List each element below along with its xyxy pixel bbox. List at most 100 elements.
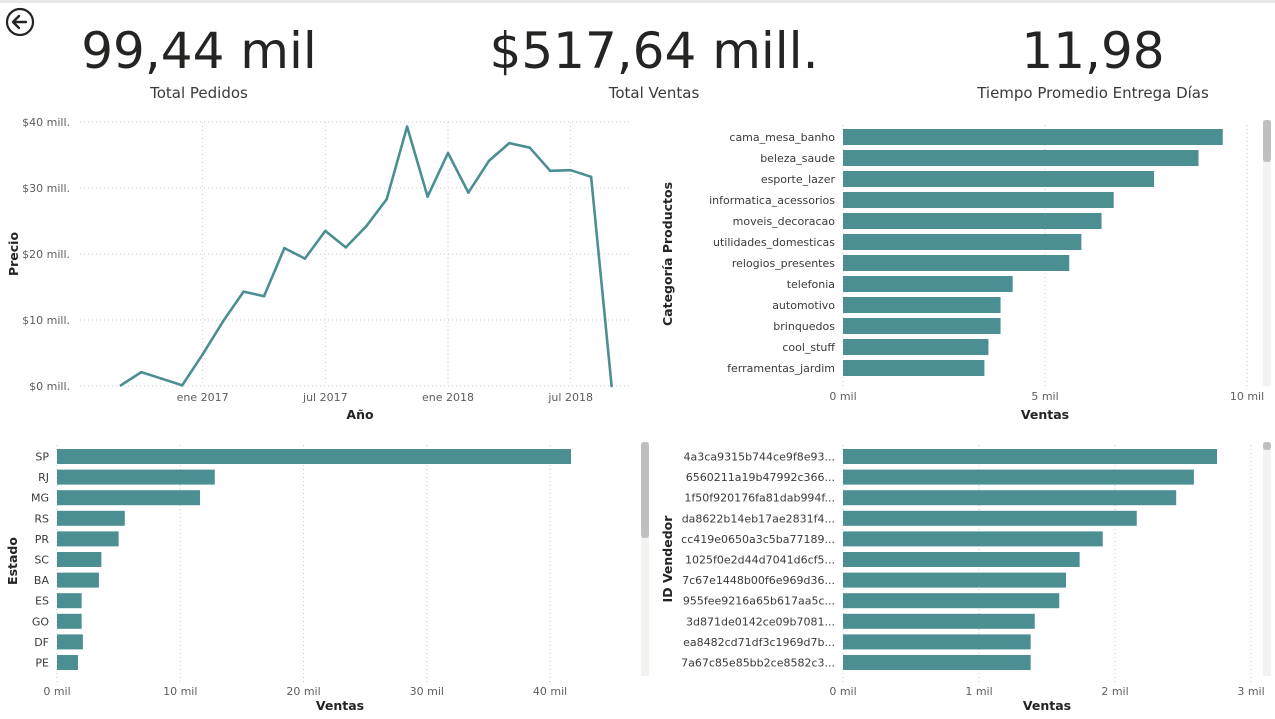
bar: [57, 572, 99, 588]
bar: [843, 510, 1137, 526]
category-label: BA: [34, 574, 50, 587]
data-point: [446, 151, 450, 155]
y-axis-title: Estado: [5, 537, 20, 585]
category-label: 4a3ca9315b744ce9f8e93...: [684, 451, 835, 464]
category-label: da8622b14eb17ae2831f4...: [682, 512, 835, 525]
data-point: [140, 370, 143, 374]
data-point: [589, 175, 593, 179]
scrollbar-thumb[interactable]: [1263, 120, 1271, 162]
x-tick-label: 10 mil: [163, 685, 197, 698]
category-label: GO: [32, 615, 50, 628]
category-label: SC: [34, 554, 49, 567]
category-label: telefonia: [787, 278, 835, 291]
bar: [843, 339, 989, 355]
x-tick-label: 0 mil: [829, 390, 856, 403]
x-tick-label: 20 mil: [286, 685, 320, 698]
bar: [843, 129, 1223, 145]
kpi-value: 11,98: [1021, 22, 1165, 80]
x-tick-label: 30 mil: [410, 685, 444, 698]
kpi-value: $517,64 mill.: [489, 22, 819, 80]
y-tick-label: $40 mill.: [22, 116, 70, 129]
vendedor-bar-chart[interactable]: 0 mil 1 mil 2 mil 3 mil 4a3ca9315b744ce9f8e9…: [655, 440, 1275, 719]
category-label: MG: [31, 492, 49, 505]
bar: [843, 192, 1114, 208]
bar: [57, 593, 82, 609]
data-point: [405, 125, 409, 128]
category-label: 1025f0e2d44d7041d6cf5...: [685, 554, 835, 567]
data-point: [283, 246, 286, 250]
y-tick-label: $30 mill.: [22, 182, 70, 195]
line-chart-panel: $0 mill. $10 mill. $20 mill. $30 mill. $40 m…: [0, 108, 640, 428]
x-tick-label: 5 mil: [1031, 390, 1058, 403]
bar: [57, 469, 215, 485]
kpi-label: Total Ventas: [608, 84, 700, 102]
data-point: [119, 384, 123, 387]
kpi-label: Tiempo Promedio Entrega Días: [977, 84, 1209, 102]
category-label: utilidades_domesticas: [713, 236, 835, 249]
category-label: esporte_lazer: [761, 173, 836, 186]
data-point: [344, 246, 348, 249]
kpi-tiempo-entrega: 11,98 Tiempo Promedio Entrega Días: [968, 18, 1218, 102]
scrollbar-thumb[interactable]: [1263, 442, 1271, 450]
data-point: [610, 384, 613, 388]
back-arrow-icon[interactable]: [5, 7, 35, 37]
data-point: [426, 195, 429, 198]
bar: [843, 234, 1082, 250]
bar: [843, 449, 1217, 464]
x-tick-label: 40 mil: [533, 685, 567, 698]
data-point: [487, 159, 491, 163]
data-point: [201, 353, 204, 356]
data-point: [528, 146, 532, 150]
x-axis-title: Ventas: [1023, 698, 1071, 713]
bar: [57, 634, 83, 650]
x-tick-label: jul 2018: [547, 391, 593, 404]
category-label: cool_stuff: [782, 341, 835, 354]
estado-bar-chart[interactable]: 0 mil 10 mil 20 mil 30 mil 40 mil SP RJ MG RS PR S…: [0, 440, 655, 719]
kpi-value: 99,44 mil: [81, 22, 317, 80]
data-point: [221, 320, 225, 323]
y-axis-title: Categoría Productos: [660, 182, 675, 326]
x-tick-label: ene 2017: [177, 391, 229, 404]
x-tick-label: 10 mil: [1230, 390, 1264, 403]
category-label: 955fee9216a65b617aa5c...: [683, 595, 835, 608]
category-label: relogios_presentes: [732, 257, 835, 270]
x-tick-label: 2 mil: [1101, 685, 1128, 698]
line-chart[interactable]: $0 mill. $10 mill. $20 mill. $30 mill. $40 m…: [0, 108, 640, 428]
bar: [843, 634, 1031, 650]
scrollbar-track[interactable]: [1263, 442, 1271, 676]
bar: [57, 449, 571, 464]
y-axis-title: Precio: [6, 232, 21, 276]
kpi-total-ventas: $517,64 mill. Total Ventas: [474, 18, 834, 102]
data-point: [242, 290, 245, 293]
bar: [57, 510, 125, 526]
category-label: ES: [35, 595, 49, 608]
category-bar-chart-panel: 0 mil 5 mil 10 mil cama_mesa_banho beleza_sa…: [655, 118, 1275, 428]
estado-bar-chart-panel: 0 mil 10 mil 20 mil 30 mil 40 mil SP RJ MG RS PR S…: [0, 440, 655, 719]
bar: [843, 572, 1067, 588]
data-point: [324, 229, 327, 233]
category-label: PE: [35, 657, 49, 670]
category-label: 7a67c85e85bb2ce8582c3...: [681, 657, 835, 670]
bar: [57, 613, 82, 629]
bar: [57, 655, 78, 670]
category-label: informatica_acessorios: [709, 194, 835, 207]
x-axis-title: Año: [346, 407, 374, 422]
data-point: [262, 294, 266, 298]
bar: [843, 490, 1177, 506]
category-label: SP: [35, 451, 49, 464]
bar: [57, 552, 102, 567]
bar: [843, 613, 1035, 629]
scrollbar-thumb[interactable]: [641, 442, 649, 538]
category-label: moveis_decoracao: [733, 215, 836, 228]
category-label: 1f50f920176fa81dab994f...: [684, 492, 835, 505]
bar: [843, 213, 1102, 229]
category-label: 7c67e1448b00f6e969d36...: [682, 574, 835, 587]
bar: [843, 318, 1001, 334]
category-label: DF: [34, 636, 49, 649]
top-border: [0, 0, 1275, 3]
x-tick-label: 1 mil: [965, 685, 992, 698]
x-axis-title: Ventas: [316, 698, 364, 713]
category-bar-chart[interactable]: 0 mil 5 mil 10 mil cama_mesa_banho beleza_sa…: [655, 118, 1275, 428]
y-tick-label: $10 mill.: [22, 314, 70, 327]
bar: [57, 490, 200, 506]
